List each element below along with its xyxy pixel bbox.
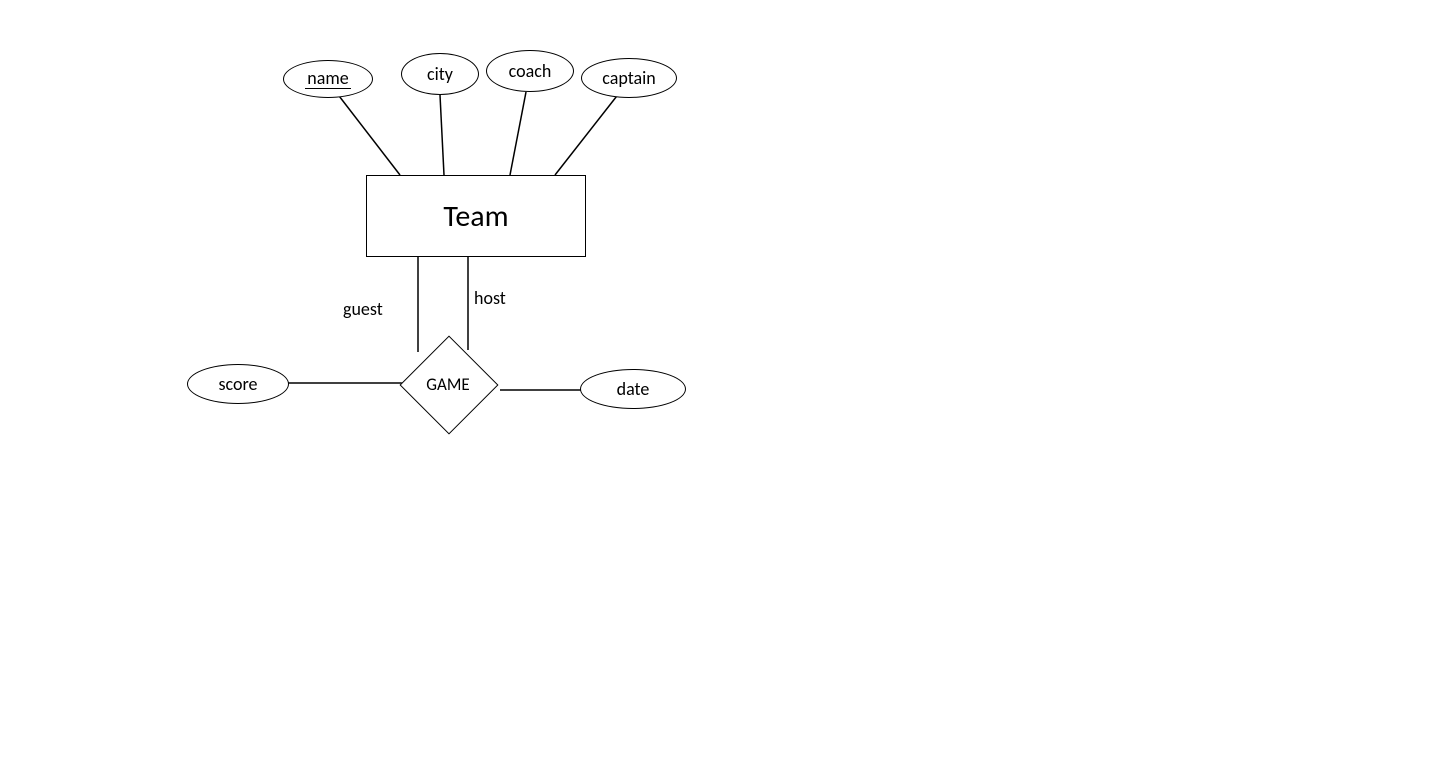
entity-team: Team xyxy=(366,175,586,257)
attr-city: city xyxy=(401,53,479,95)
attr-coach: coach xyxy=(486,50,574,92)
attr-name: name xyxy=(283,60,373,98)
edge-team-coach xyxy=(510,92,526,175)
entity-team-label: Team xyxy=(443,198,508,235)
relationship-game: GAME xyxy=(414,350,482,418)
er-diagram-canvas: Team name city coach captain GAME score … xyxy=(0,0,1444,784)
relationship-game-label: GAME xyxy=(414,350,482,418)
role-host-label: host xyxy=(474,287,506,309)
attr-date-label: date xyxy=(617,378,650,400)
edge-team-city xyxy=(440,95,444,175)
edge-team-name xyxy=(336,92,400,175)
attr-city-label: city xyxy=(427,63,453,85)
attr-score-label: score xyxy=(219,373,258,395)
attr-coach-label: coach xyxy=(509,60,552,82)
role-guest-label: guest xyxy=(343,298,383,320)
attr-date: date xyxy=(580,369,686,409)
attr-captain: captain xyxy=(581,58,677,98)
attr-score: score xyxy=(187,364,289,404)
attr-captain-label: captain xyxy=(602,67,655,89)
attr-name-label: name xyxy=(305,69,350,90)
edge-team-captain xyxy=(555,92,620,175)
